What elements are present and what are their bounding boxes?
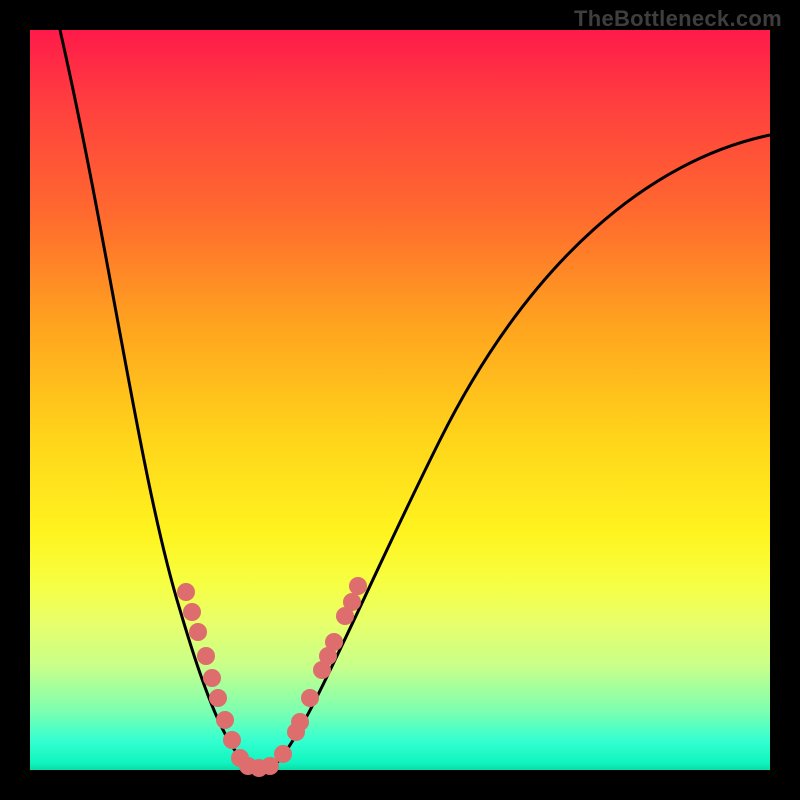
highlight-dot [349, 577, 367, 595]
highlight-dot [209, 689, 227, 707]
highlight-dot [325, 633, 343, 651]
highlight-dot [274, 745, 292, 763]
highlight-dot [183, 603, 201, 621]
highlight-dot [197, 647, 215, 665]
chart-svg [30, 30, 770, 770]
plot-area [30, 30, 770, 770]
bottleneck-curve [60, 30, 770, 771]
highlight-dot [189, 623, 207, 641]
outer-frame: TheBottleneck.com [0, 0, 800, 800]
highlight-dot [301, 689, 319, 707]
highlight-dot [223, 731, 241, 749]
highlight-dots-group [177, 577, 367, 777]
highlight-dot [343, 593, 361, 611]
highlight-dot [203, 669, 221, 687]
highlight-dot [177, 583, 195, 601]
watermark-text: TheBottleneck.com [574, 6, 782, 32]
highlight-dot [216, 711, 234, 729]
highlight-dot [291, 713, 309, 731]
